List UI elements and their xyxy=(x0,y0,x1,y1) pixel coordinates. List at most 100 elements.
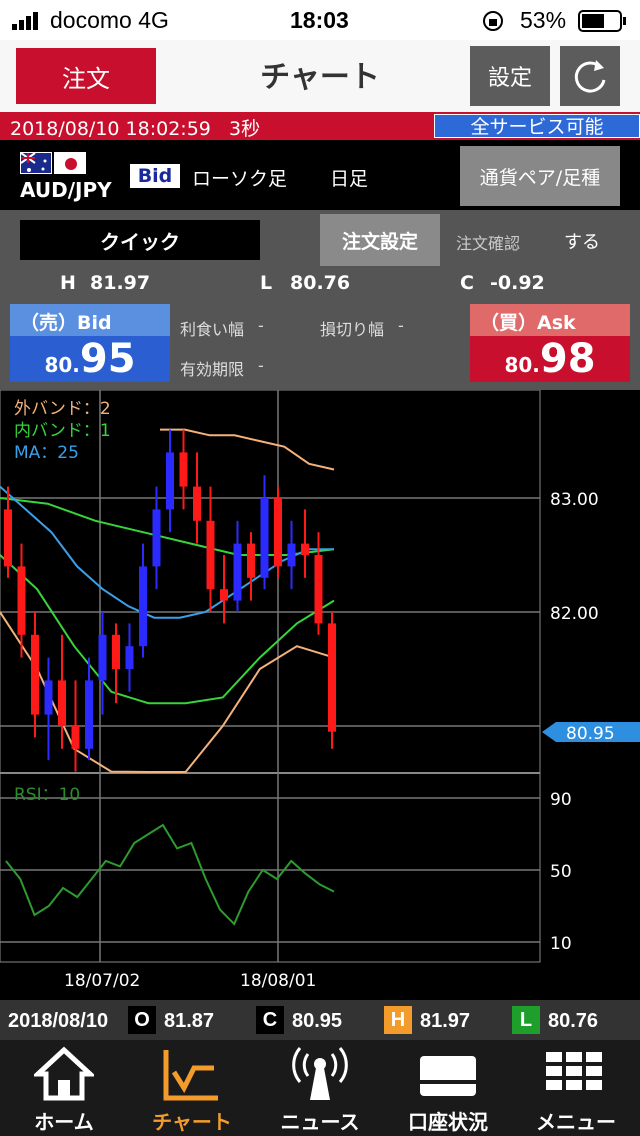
candle-body-5 xyxy=(71,726,80,749)
candle-body-13 xyxy=(179,452,188,487)
last-update: 2018/08/10 18:02:59 3秒 xyxy=(10,118,261,140)
legend-ma: MA：25 xyxy=(14,443,79,463)
chart-icon xyxy=(163,1050,218,1101)
refresh-icon xyxy=(574,60,606,93)
low-value: 80.76 xyxy=(290,272,351,294)
candle-body-10 xyxy=(139,566,147,647)
candle-body-12 xyxy=(166,452,174,510)
price-chart[interactable]: 外バンド：2 内バンド：1 MA：25 RSI：10 83.00 82.00 8… xyxy=(0,389,640,1000)
candle-body-7 xyxy=(98,634,107,681)
order-confirm-label: 注文確認 xyxy=(456,234,521,253)
buy-ask-button[interactable]: （買）Ask 80.98 xyxy=(470,304,630,382)
nav-bar: 注文 チャート 設定 xyxy=(0,40,640,112)
sell-bid-button[interactable]: （売）Bid 80.95 xyxy=(10,304,170,382)
service-status-badge: 全サービス可能 xyxy=(434,114,640,138)
home-icon xyxy=(34,1046,94,1101)
signal-icon xyxy=(12,12,38,30)
low-tag: L xyxy=(512,1006,540,1034)
candle-body-9 xyxy=(125,646,134,669)
order-confirm-value[interactable]: する xyxy=(564,228,600,254)
high-value-bottom: 81.97 xyxy=(420,1010,471,1032)
candle-body-4 xyxy=(58,680,66,726)
buy-price: 80.98 xyxy=(470,336,630,382)
stop-loss-value[interactable]: - xyxy=(398,316,404,335)
pair-name: AUD/JPY xyxy=(20,178,112,202)
current-price-label: 80.95 xyxy=(566,724,615,744)
battery-icon xyxy=(578,10,626,32)
battery-percent: 53% xyxy=(520,7,567,33)
candle-body-14 xyxy=(193,486,201,521)
card-icon xyxy=(420,1056,476,1096)
high-label: H xyxy=(60,272,76,294)
tab-news[interactable]: ニュース xyxy=(256,1040,384,1136)
sell-label: （売）Bid xyxy=(10,304,170,336)
candle-body-15 xyxy=(206,520,215,590)
buy-label: （買）Ask xyxy=(470,304,630,336)
menu-grid-icon xyxy=(546,1052,602,1090)
tab-home[interactable]: ホーム xyxy=(0,1040,128,1136)
candle-body-8 xyxy=(112,634,120,669)
candle-body-16 xyxy=(220,589,228,601)
candle-body-1 xyxy=(17,566,26,635)
change-value: -0.92 xyxy=(490,272,545,294)
refresh-button[interactable] xyxy=(560,46,620,106)
order-settings-button[interactable]: 注文設定 xyxy=(320,214,440,266)
candle-body-19 xyxy=(260,498,269,578)
y-tick-82: 82.00 xyxy=(550,604,599,624)
high-value: 81.97 xyxy=(90,272,151,294)
x-tick-0801: 18/08/01 xyxy=(240,971,316,991)
clock: 18:03 xyxy=(290,7,349,33)
rsi-tick-90: 90 xyxy=(550,790,572,810)
antenna-icon xyxy=(292,1047,348,1100)
close-value: 80.95 xyxy=(292,1010,343,1032)
rsi-tick-50: 50 xyxy=(550,862,572,882)
candle-body-0 xyxy=(4,509,12,567)
close-tag: C xyxy=(256,1006,284,1034)
ohlc-date: 2018/08/10 xyxy=(8,1010,109,1032)
period-label[interactable]: 日足 xyxy=(330,164,368,191)
rotation-lock-icon xyxy=(483,11,503,31)
high-tag: H xyxy=(384,1006,412,1034)
candle-body-6 xyxy=(85,680,93,749)
settings-button[interactable]: 設定 xyxy=(470,46,550,106)
candle-body-2 xyxy=(31,634,39,715)
legend-inner-band: 内バンド：1 xyxy=(14,421,111,441)
chart-type-label[interactable]: ローソク足 xyxy=(192,164,287,191)
bid-tag[interactable]: Bid xyxy=(130,164,180,188)
tab-chart[interactable]: チャート xyxy=(128,1040,256,1136)
expiry-value[interactable]: - xyxy=(258,356,264,375)
order-button[interactable]: 注文 xyxy=(16,48,156,104)
aud-flag-icon xyxy=(20,152,52,174)
open-tag: O xyxy=(128,1006,156,1034)
info-bar: 2018/08/10 18:02:59 3秒 全サービス可能 xyxy=(0,112,640,140)
order-panel: クイック 注文設定 注文確認 する H 81.97 L 80.76 C -0.9… xyxy=(0,210,640,390)
sell-price: 80.95 xyxy=(10,336,170,382)
candle-body-18 xyxy=(247,543,255,578)
status-bar: docomo 4G 18:03 53% xyxy=(0,0,640,40)
change-label: C xyxy=(460,272,474,294)
candle-body-24 xyxy=(328,623,336,732)
candle-body-21 xyxy=(287,543,296,567)
quick-order-button[interactable]: クイック xyxy=(20,220,260,260)
pair-select-button[interactable]: 通貨ペア/足種 xyxy=(460,146,620,206)
low-label: L xyxy=(260,272,273,294)
candle-body-23 xyxy=(314,555,323,624)
pair-row: AUD/JPY Bid ローソク足 日足 通貨ペア/足種 xyxy=(0,140,640,210)
page-title: チャート xyxy=(260,60,380,95)
open-value: 81.87 xyxy=(164,1010,215,1032)
take-profit-value[interactable]: - xyxy=(258,316,264,335)
legend-outer-band: 外バンド：2 xyxy=(14,399,111,419)
jpy-flag-icon xyxy=(54,152,86,174)
ohlc-bar: 2018/08/10 O 81.87 C 80.95 H 81.97 L 80.… xyxy=(0,1000,640,1040)
candle-body-3 xyxy=(44,680,53,715)
tab-account[interactable]: 口座状況 xyxy=(384,1040,512,1136)
tab-menu[interactable]: メニュー xyxy=(512,1040,640,1136)
candle-body-20 xyxy=(274,498,282,567)
tab-bar: ホーム チャート ニュース 口座状況 メニュー xyxy=(0,1040,640,1136)
chart-canvas[interactable]: 外バンド：2 内バンド：1 MA：25 RSI：10 83.00 82.00 8… xyxy=(0,389,640,1000)
rsi-tick-10: 10 xyxy=(550,934,572,954)
candle-body-17 xyxy=(233,543,242,601)
expiry-label: 有効期限 xyxy=(180,360,245,379)
x-tick-0702: 18/07/02 xyxy=(64,971,140,991)
candle-body-22 xyxy=(301,543,309,555)
